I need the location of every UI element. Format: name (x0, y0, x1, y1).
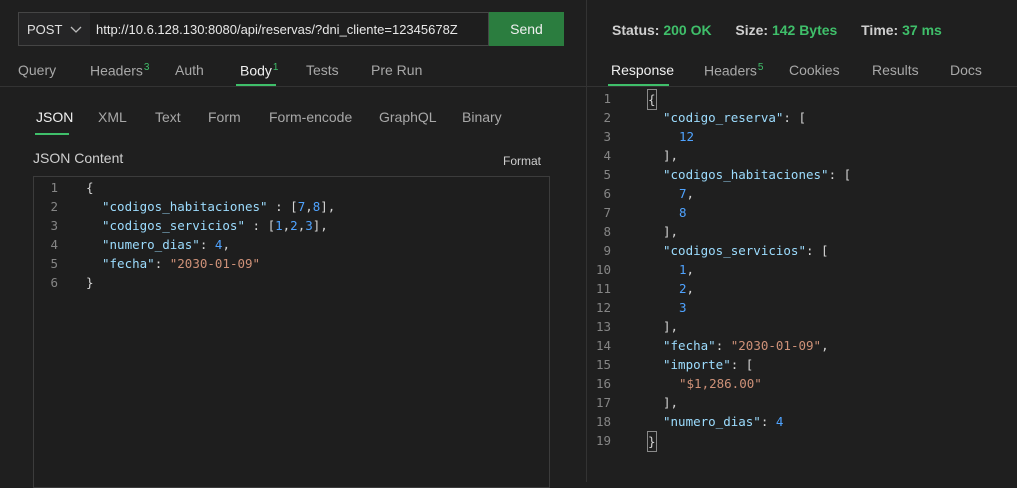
body-tab-form-encode[interactable]: Form-encode (269, 109, 352, 125)
line-number: 4 (50, 237, 58, 252)
line-number: 17 (595, 395, 611, 410)
line-number: 12 (595, 300, 611, 315)
tab-docs[interactable]: Docs (950, 62, 982, 78)
line-number: 5 (603, 167, 611, 182)
line-number: 13 (595, 319, 611, 334)
json-content-title: JSON Content (33, 150, 124, 166)
tab-pre-run[interactable]: Pre Run (371, 62, 422, 78)
time-value: 37 ms (902, 22, 942, 38)
line-number: 18 (595, 414, 611, 429)
line-number: 1 (50, 180, 58, 195)
tab-badge: 5 (757, 62, 764, 73)
line-number: 8 (603, 224, 611, 239)
line-number: 6 (50, 275, 58, 290)
method-select[interactable]: POST (18, 12, 91, 46)
body-tab-text[interactable]: Text (155, 109, 181, 125)
tab-label: Headers (90, 62, 143, 79)
line-number: 6 (603, 186, 611, 201)
line-number: 16 (595, 376, 611, 391)
tab-badge: 3 (143, 62, 150, 73)
method-label: POST (27, 21, 63, 37)
line-number: 7 (603, 205, 611, 220)
format-button[interactable]: Format (503, 154, 541, 168)
size-value: 142 Bytes (771, 22, 838, 38)
tab-response[interactable]: Response (611, 62, 674, 78)
line-number: 4 (603, 148, 611, 163)
tab-label: Headers (704, 62, 757, 79)
line-number: 2 (50, 199, 58, 214)
url-text: http://10.6.128.130:8080/api/reservas/?d… (96, 21, 458, 37)
line-number: 15 (595, 357, 611, 372)
tab-body[interactable]: Body1 (240, 62, 278, 79)
chevron-down-icon (70, 26, 82, 33)
tab-cookies[interactable]: Cookies (789, 62, 840, 78)
line-number: 14 (595, 338, 611, 353)
url-bar: POST http://10.6.128.130:8080/api/reserv… (18, 12, 564, 46)
body-tab-binary[interactable]: Binary (462, 109, 502, 125)
json-editor[interactable]: 1{ 2 "codigos_habitaciones" : [7,8], 3 "co… (33, 176, 550, 488)
body-tab-json[interactable]: JSON (36, 109, 73, 125)
line-number: 9 (603, 243, 611, 258)
response-panel: Status: 200 OK Size: 142 Bytes Time: 37 … (587, 0, 1017, 482)
tab-badge: 1 (272, 62, 279, 73)
request-tabs: Query Headers3 Auth Body1 Tests Pre Run (0, 62, 586, 86)
body-tab-graphql[interactable]: GraphQL (379, 109, 437, 125)
body-tab-form[interactable]: Form (208, 109, 241, 125)
tab-label: Query (18, 62, 57, 78)
tab-label: Docs (950, 62, 982, 78)
response-tabs: Response Headers5 Cookies Results Docs (587, 62, 1017, 86)
line-number: 3 (603, 129, 611, 144)
tab-label: Auth (175, 62, 204, 78)
tab-label: Response (611, 62, 675, 78)
line-number: 2 (603, 110, 611, 125)
body-tab-xml[interactable]: XML (98, 109, 127, 125)
tab-query[interactable]: Query (18, 62, 56, 78)
line-number: 11 (595, 281, 611, 296)
tab-auth[interactable]: Auth (175, 62, 204, 78)
tab-results[interactable]: Results (872, 62, 919, 78)
tab-label: Body (240, 62, 272, 79)
tab-label: Results (872, 62, 919, 78)
line-number: 1 (603, 91, 611, 106)
tab-label: Pre Run (371, 62, 423, 78)
tabs-divider (0, 86, 586, 87)
tab-response-headers[interactable]: Headers5 (704, 62, 763, 79)
line-number: 3 (50, 218, 58, 233)
request-panel: POST http://10.6.128.130:8080/api/reserv… (0, 0, 586, 488)
response-body: 1{ 2 "codigo_reserva": [ 3 12 4], 5 "codigo… (587, 89, 1017, 482)
tab-label: Tests (306, 62, 339, 78)
line-number: 19 (595, 433, 611, 448)
size-label: Size: (735, 22, 769, 38)
tab-headers[interactable]: Headers3 (90, 62, 149, 79)
url-input[interactable]: http://10.6.128.130:8080/api/reservas/?d… (90, 12, 489, 46)
tabs-divider (587, 86, 1017, 87)
tab-label: Cookies (789, 62, 840, 78)
time-label: Time: (861, 22, 899, 38)
status-label: Status: (612, 22, 660, 38)
send-button[interactable]: Send (489, 12, 564, 46)
tab-tests[interactable]: Tests (306, 62, 339, 78)
line-number: 5 (50, 256, 58, 271)
response-status-row: Status: 200 OK Size: 142 Bytes Time: 37 … (612, 22, 942, 38)
status-value: 200 OK (663, 22, 712, 38)
active-body-tab-indicator (35, 133, 69, 135)
line-number: 10 (595, 262, 611, 277)
